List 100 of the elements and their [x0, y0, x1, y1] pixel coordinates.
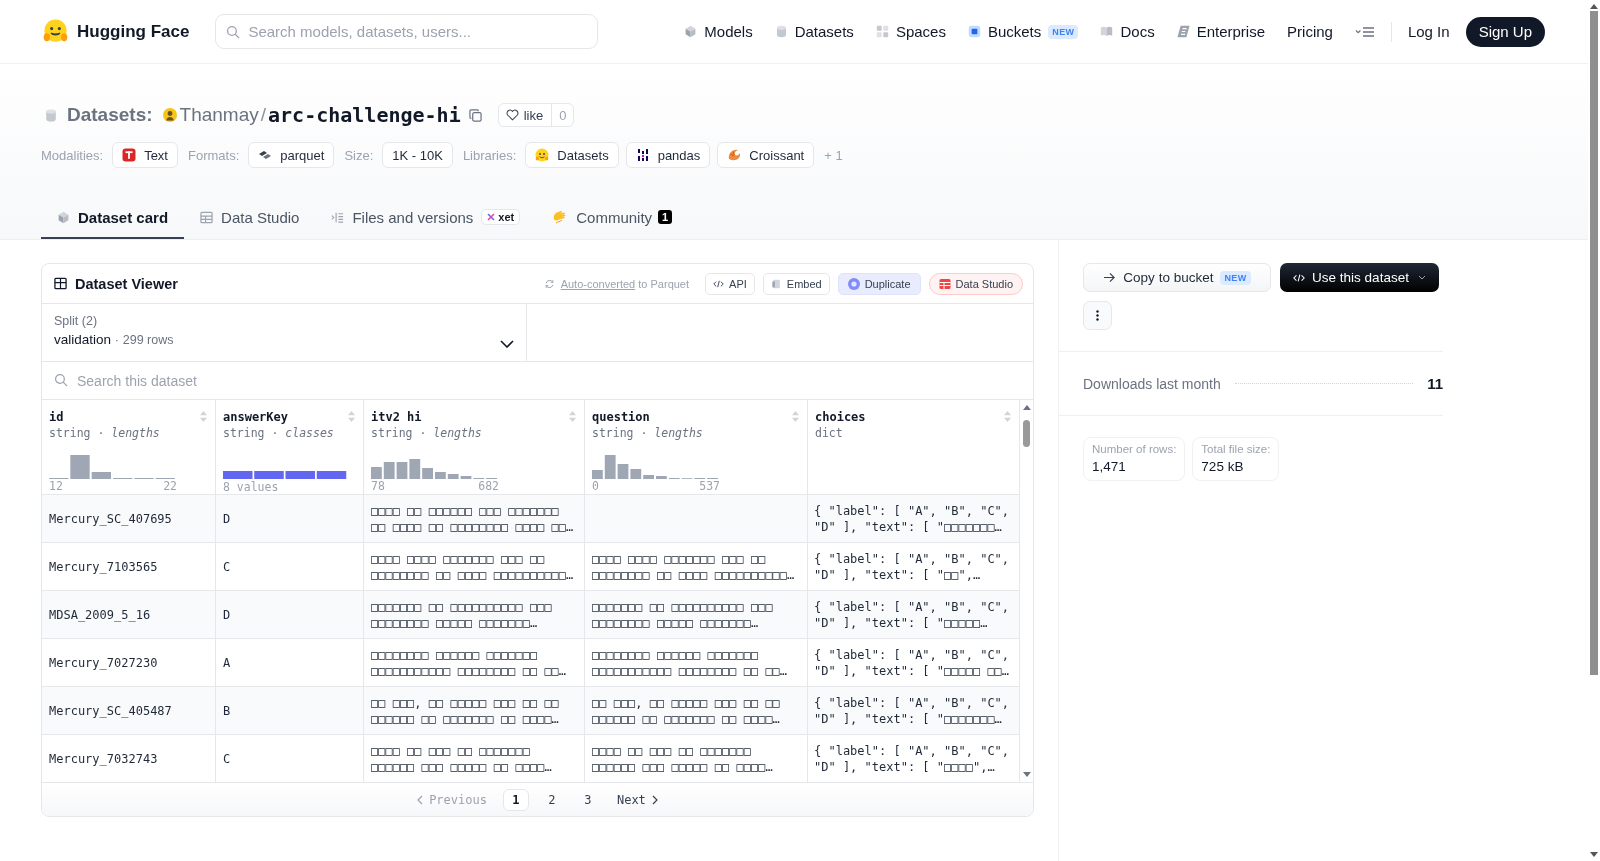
scroll-up-icon[interactable]	[1022, 405, 1031, 410]
column-type: string · classes	[223, 425, 334, 441]
column-name: itv2 hi	[371, 409, 422, 425]
column-type: string · lengths	[49, 425, 160, 441]
toolbar-button[interactable]: Embed	[762, 272, 830, 295]
database-icon	[774, 25, 788, 38]
copy-to-bucket-button[interactable]: Copy to bucket NEW	[1083, 263, 1271, 292]
range-max-label: 682	[478, 479, 499, 493]
table-cell: { "label": [ "A", "B", "C", "D" ], "text": [ "□□□□□□□…	[808, 687, 1020, 735]
column-type: string · lengths	[371, 425, 482, 441]
scroll-up-icon[interactable]	[1590, 4, 1598, 9]
nav-link[interactable]: Models	[684, 23, 753, 40]
nav-link[interactable]: Docs	[1100, 23, 1155, 40]
code-icon	[713, 278, 725, 289]
split-dropdown[interactable]: Split (2) validation · 299 rows	[42, 304, 527, 361]
filter-tag[interactable]: Croissant	[717, 142, 815, 168]
page-button[interactable]: 1	[502, 788, 529, 811]
refresh-icon	[543, 278, 555, 289]
column-name: id	[49, 409, 64, 425]
table-icon	[200, 210, 214, 224]
signup-button[interactable]: Sign Up	[1465, 16, 1545, 47]
use-dataset-button[interactable]: Use this dataset	[1280, 263, 1439, 292]
copy-icon[interactable]	[468, 108, 482, 122]
tab[interactable]: Dataset card	[41, 197, 185, 239]
table-cell: □□ □□□, □□ □□□□□ □□□ □□ □□ □□□□□□ □□ □□□□□□□ □□ □□□□…	[364, 687, 585, 735]
range-min-label: 12	[49, 479, 63, 493]
layers-icon	[258, 148, 273, 162]
tab[interactable]: Files and versions xet	[315, 197, 537, 239]
page-button[interactable]: 2	[538, 788, 565, 811]
cross-icon	[487, 213, 496, 221]
filter-tag[interactable]: Datasets	[525, 142, 619, 168]
nav-link[interactable]: Spaces	[875, 23, 946, 40]
toolbar-button[interactable]: API	[705, 272, 755, 295]
smiley-logo-icon[interactable]	[42, 18, 69, 45]
text-icon	[122, 148, 137, 162]
scroll-down-icon[interactable]	[1590, 852, 1598, 857]
avatar-icon	[162, 108, 177, 122]
search-icon	[226, 25, 241, 39]
login-link[interactable]: Log In	[1407, 23, 1450, 40]
count-badge: 1	[658, 210, 673, 224]
sort-icon[interactable]	[347, 410, 356, 423]
database-icon	[44, 107, 58, 123]
panel-title: Dataset Viewer	[75, 275, 178, 292]
table-cell: MDSA_2009_5_16	[42, 591, 216, 639]
filter-tag[interactable]: 1K - 10K	[382, 142, 453, 168]
tag-group-label: Size:	[344, 147, 374, 163]
chevron-right-icon	[651, 794, 658, 805]
nav-link[interactable]: Pricing	[1287, 23, 1333, 40]
next-page-button[interactable]: Next	[610, 792, 664, 807]
scrollbar-thumb[interactable]	[1590, 11, 1598, 675]
nav-link[interactable]: Datasets	[774, 23, 854, 40]
table-cell: □□□□□□□□ □□□□□□ □□□□□□□ □□□□□□□□□□□ □□□□□□□□ □□ □□…	[364, 639, 585, 687]
search-field[interactable]: Search models, datasets, users...	[215, 14, 599, 49]
menu-icon[interactable]	[1354, 25, 1375, 38]
new-badge: NEW	[1048, 24, 1079, 39]
owner-link[interactable]: Thanmay	[179, 104, 259, 126]
scrollbar-thumb[interactable]	[1023, 420, 1030, 447]
sort-icon[interactable]	[568, 410, 577, 423]
table-cell: { "label": [ "A", "B", "C", "D" ], "text": [ "□□□□□□□…	[808, 495, 1020, 543]
tab[interactable]: Data Studio	[184, 197, 316, 239]
site-name[interactable]: Hugging Face	[77, 21, 190, 42]
code-icon	[1293, 271, 1306, 284]
table-cell: □□□□ □□□□ □□□□□□□ □□□ □□ □□□□□□□□ □□ □□□□ □□□□□□□□□□…	[364, 543, 585, 591]
table-cell: C	[216, 543, 364, 591]
sort-icon[interactable]	[199, 410, 208, 423]
cube-icon	[684, 25, 698, 38]
toolbar-button[interactable]: Data Studio	[928, 272, 1023, 295]
page-button[interactable]: 3	[574, 788, 601, 811]
like-button[interactable]: like 0	[497, 103, 575, 127]
sort-icon[interactable]	[791, 410, 800, 423]
more-options-button[interactable]	[1083, 301, 1112, 330]
nav-link[interactable]: Buckets NEW	[967, 23, 1079, 40]
table-cell: D	[216, 591, 364, 639]
stat-label: Total file size:	[1201, 443, 1271, 455]
sort-icon[interactable]	[1003, 410, 1012, 423]
tab[interactable]: Community 1	[536, 197, 689, 239]
dataset-name[interactable]: arc-challenge-hi	[268, 103, 461, 127]
downloads-label: Downloads last month	[1083, 375, 1221, 392]
table-cell: Mercury_7027230	[42, 639, 216, 687]
filter-tag[interactable]: parquet	[248, 142, 335, 168]
grid-icon	[875, 25, 889, 38]
search-icon	[54, 373, 68, 387]
table-cell: □□□□□□□□ □□□□□□ □□□□□□□ □□□□□□□□□□□ □□□□□□□□ □□ □□…	[585, 639, 808, 687]
table-cell: Mercury_7032743	[42, 735, 216, 783]
downloads-count: 11	[1427, 375, 1443, 392]
caret-down-icon	[1417, 275, 1426, 280]
range-max-label: 537	[699, 479, 720, 493]
new-badge: NEW	[1220, 270, 1251, 285]
conversion-note: Auto-converted to Parquet	[560, 277, 690, 290]
filter-tag[interactable]: pandas	[625, 142, 711, 168]
filter-tag[interactable]: Text	[112, 142, 178, 168]
scroll-down-icon[interactable]	[1022, 772, 1031, 777]
like-count: 0	[551, 104, 574, 126]
toolbar-button[interactable]: Duplicate	[837, 272, 921, 295]
nav-link[interactable]: Enterprise	[1176, 23, 1266, 40]
table-cell: C	[216, 735, 364, 783]
path-separator: /	[260, 104, 267, 126]
heart-icon	[505, 109, 519, 121]
croissant-icon	[727, 148, 742, 162]
column-name: choices	[815, 409, 866, 425]
